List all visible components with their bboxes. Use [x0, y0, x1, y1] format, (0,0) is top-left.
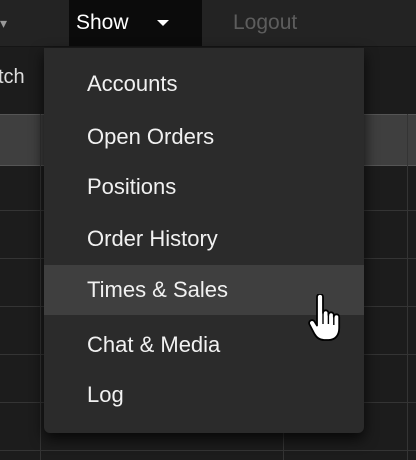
menu-item-label: Chat & Media — [87, 332, 221, 357]
hand-pointer-icon — [308, 294, 341, 341]
grid-column-divider — [407, 114, 408, 460]
menu-item-positions[interactable]: Positions — [44, 162, 364, 212]
caret-down-icon — [157, 20, 169, 26]
menu-item-open-orders[interactable]: Open Orders — [44, 112, 364, 162]
grid-column-divider — [40, 114, 41, 460]
menu-item-label: Log — [87, 382, 124, 407]
logout-link[interactable]: Logout — [233, 0, 297, 46]
show-menu-label: Show — [76, 11, 129, 34]
menu-item-label: Positions — [87, 174, 177, 199]
top-navbar: ▾ Show Logout — [0, 0, 416, 47]
page-title-fragment: tch — [0, 66, 25, 88]
menu-item-label: Accounts — [87, 71, 178, 96]
menu-item-order-history[interactable]: Order History — [44, 214, 364, 264]
menu-item-accounts[interactable]: Accounts — [44, 59, 364, 109]
show-menu-button[interactable]: Show — [69, 0, 202, 46]
grid-row-divider — [0, 450, 416, 451]
menu-item-label: Order History — [87, 226, 218, 251]
menu-item-label: Times & Sales — [87, 277, 229, 302]
menu-item-label: Open Orders — [87, 124, 215, 149]
show-dropdown-menu: Accounts Open Orders Positions Order His… — [44, 48, 364, 433]
menu-item-log[interactable]: Log — [44, 370, 364, 420]
left-caret-icon: ▾ — [0, 15, 8, 31]
